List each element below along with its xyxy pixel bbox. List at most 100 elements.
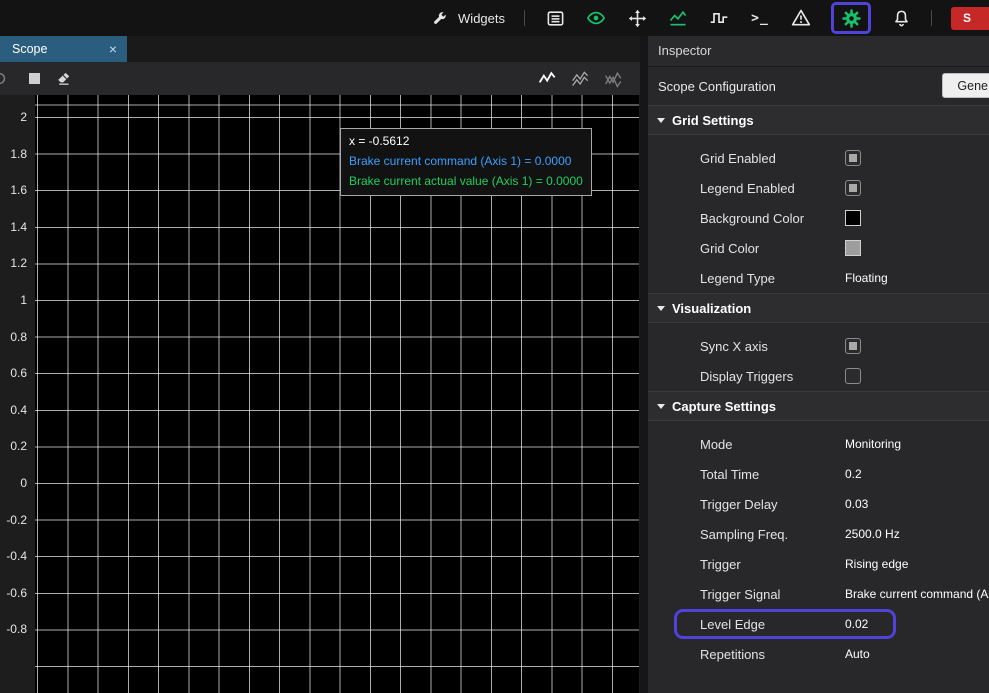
- row-label: Background Color: [700, 211, 845, 226]
- y-tick-label: 0: [20, 474, 27, 492]
- y-tick-label: 1.8: [10, 145, 27, 163]
- sampling-freq-value[interactable]: 2500.0 Hz: [845, 527, 900, 541]
- row-label: Total Time: [700, 467, 845, 482]
- wrench-icon: [428, 7, 450, 29]
- y-tick-label: -0.4: [6, 547, 27, 565]
- legend-type-value[interactable]: Floating: [845, 271, 888, 285]
- y-tick-label: 1.4: [10, 218, 27, 236]
- warning-icon[interactable]: [790, 7, 812, 29]
- pulse-icon[interactable]: [708, 7, 730, 29]
- row-label: Trigger: [700, 557, 845, 572]
- row-mode: Mode Monitoring: [648, 429, 989, 459]
- single-line-icon[interactable]: [538, 69, 558, 89]
- tab-scope[interactable]: Scope ×: [0, 36, 127, 62]
- stacked-line-icon[interactable]: [604, 69, 624, 89]
- mode-value[interactable]: Monitoring: [845, 437, 901, 451]
- y-tick-label: 1.2: [10, 254, 27, 272]
- y-tick-label: -0.8: [6, 620, 27, 638]
- row-total-time: Total Time 0.2: [648, 459, 989, 489]
- tab-bar: Scope ×: [0, 36, 640, 62]
- row-grid-color: Grid Color: [648, 233, 989, 263]
- display-triggers-checkbox[interactable]: [845, 368, 861, 384]
- trigger-value[interactable]: Rising edge: [845, 557, 908, 571]
- row-label: Trigger Delay: [700, 497, 845, 512]
- y-tick-label: 0.8: [10, 328, 27, 346]
- y-tick-label: -0.6: [6, 584, 27, 602]
- gear-icon[interactable]: [840, 7, 862, 29]
- row-label: Level Edge: [700, 617, 845, 632]
- y-tick-label: 1.6: [10, 181, 27, 199]
- move-icon[interactable]: [626, 7, 648, 29]
- scope-configuration-label: Scope Configuration: [658, 79, 776, 94]
- list-icon[interactable]: [544, 7, 566, 29]
- row-grid-enabled: Grid Enabled: [648, 143, 989, 173]
- chart-icon[interactable]: [667, 7, 689, 29]
- y-tick-label: 2: [20, 108, 27, 126]
- eraser-icon[interactable]: [55, 70, 72, 87]
- chart-area: 2 1.8 1.6 1.4 1.2 1 0.8 0.6 0.4 0.2 0 -0…: [0, 95, 640, 693]
- section-grid-settings[interactable]: Grid Settings: [648, 105, 989, 135]
- total-time-value[interactable]: 0.2: [845, 467, 862, 481]
- eye-icon[interactable]: [585, 7, 607, 29]
- stop-capture-icon[interactable]: [29, 73, 40, 84]
- row-legend-enabled: Legend Enabled: [648, 173, 989, 203]
- stop-button[interactable]: S: [951, 7, 989, 30]
- stop-button-label: S: [963, 11, 971, 25]
- close-icon[interactable]: ×: [109, 42, 117, 56]
- repetitions-value[interactable]: Auto: [845, 647, 870, 661]
- grid-enabled-checkbox[interactable]: [845, 150, 861, 166]
- row-label: Trigger Signal: [700, 587, 845, 602]
- row-background-color: Background Color: [648, 203, 989, 233]
- legend-enabled-checkbox[interactable]: [845, 180, 861, 196]
- row-label: Grid Enabled: [700, 151, 845, 166]
- scope-plot[interactable]: x = -0.5612 Brake current command (Axis …: [35, 95, 639, 693]
- y-tick-label: 0.4: [10, 401, 27, 419]
- row-label: Display Triggers: [700, 369, 845, 384]
- y-tick-label: 0.6: [10, 364, 27, 382]
- general-button[interactable]: Gene: [942, 73, 989, 98]
- section-title: Visualization: [672, 301, 751, 316]
- inspector-panel: Inspector Scope Configuration Gene Grid …: [648, 36, 989, 693]
- row-label: Legend Enabled: [700, 181, 845, 196]
- section-visualization[interactable]: Visualization: [648, 293, 989, 323]
- section-capture-settings[interactable]: Capture Settings: [648, 391, 989, 421]
- y-tick-label: 1: [20, 291, 27, 309]
- checkbox-mark: [849, 184, 857, 192]
- row-level-edge: Level Edge 0.02: [648, 609, 989, 639]
- line-style-group: [538, 69, 624, 89]
- row-sampling-freq: Sampling Freq. 2500.0 Hz: [648, 519, 989, 549]
- row-trigger-signal: Trigger Signal Brake current command (Ax…: [648, 579, 989, 609]
- toolbar-separator: [524, 10, 525, 26]
- scope-panel: Scope × 2 1.8 1.6 1.4 1.: [0, 36, 640, 693]
- cursor-tooltip: x = -0.5612 Brake current command (Axis …: [340, 128, 592, 196]
- trigger-delay-value[interactable]: 0.03: [845, 497, 868, 511]
- level-edge-value[interactable]: 0.02: [845, 617, 868, 631]
- top-toolbar: Widgets >_ S: [0, 0, 989, 36]
- row-repetitions: Repetitions Auto: [648, 639, 989, 669]
- terminal-icon[interactable]: >_: [749, 7, 771, 29]
- background-color-swatch[interactable]: [845, 210, 861, 226]
- row-trigger: Trigger Rising edge: [648, 549, 989, 579]
- row-label: Grid Color: [700, 241, 845, 256]
- y-tick-label: 0.2: [10, 437, 27, 455]
- grid-color-swatch[interactable]: [845, 240, 861, 256]
- trigger-signal-value[interactable]: Brake current command (Axi: [845, 587, 989, 601]
- row-label: Sampling Freq.: [700, 527, 845, 542]
- row-display-triggers: Display Triggers: [648, 361, 989, 391]
- multi-line-icon[interactable]: [571, 69, 591, 89]
- row-label: Sync X axis: [700, 339, 845, 354]
- tooltip-series-2: Brake current actual value (Axis 1) = 0.…: [349, 171, 583, 191]
- checkbox-mark: [849, 154, 857, 162]
- tooltip-x-value: x = -0.5612: [349, 131, 583, 151]
- widgets-menu[interactable]: Widgets: [428, 7, 505, 29]
- gear-annotation-box: [831, 2, 871, 34]
- row-legend-type: Legend Type Floating: [648, 263, 989, 293]
- row-label: Mode: [700, 437, 845, 452]
- bell-icon[interactable]: [890, 7, 912, 29]
- row-label: Legend Type: [700, 271, 845, 286]
- record-icon[interactable]: [0, 70, 8, 87]
- tab-scope-label: Scope: [12, 42, 47, 56]
- sync-x-axis-checkbox[interactable]: [845, 338, 861, 354]
- scope-toolbar: [0, 62, 640, 95]
- chevron-down-icon: [657, 118, 665, 123]
